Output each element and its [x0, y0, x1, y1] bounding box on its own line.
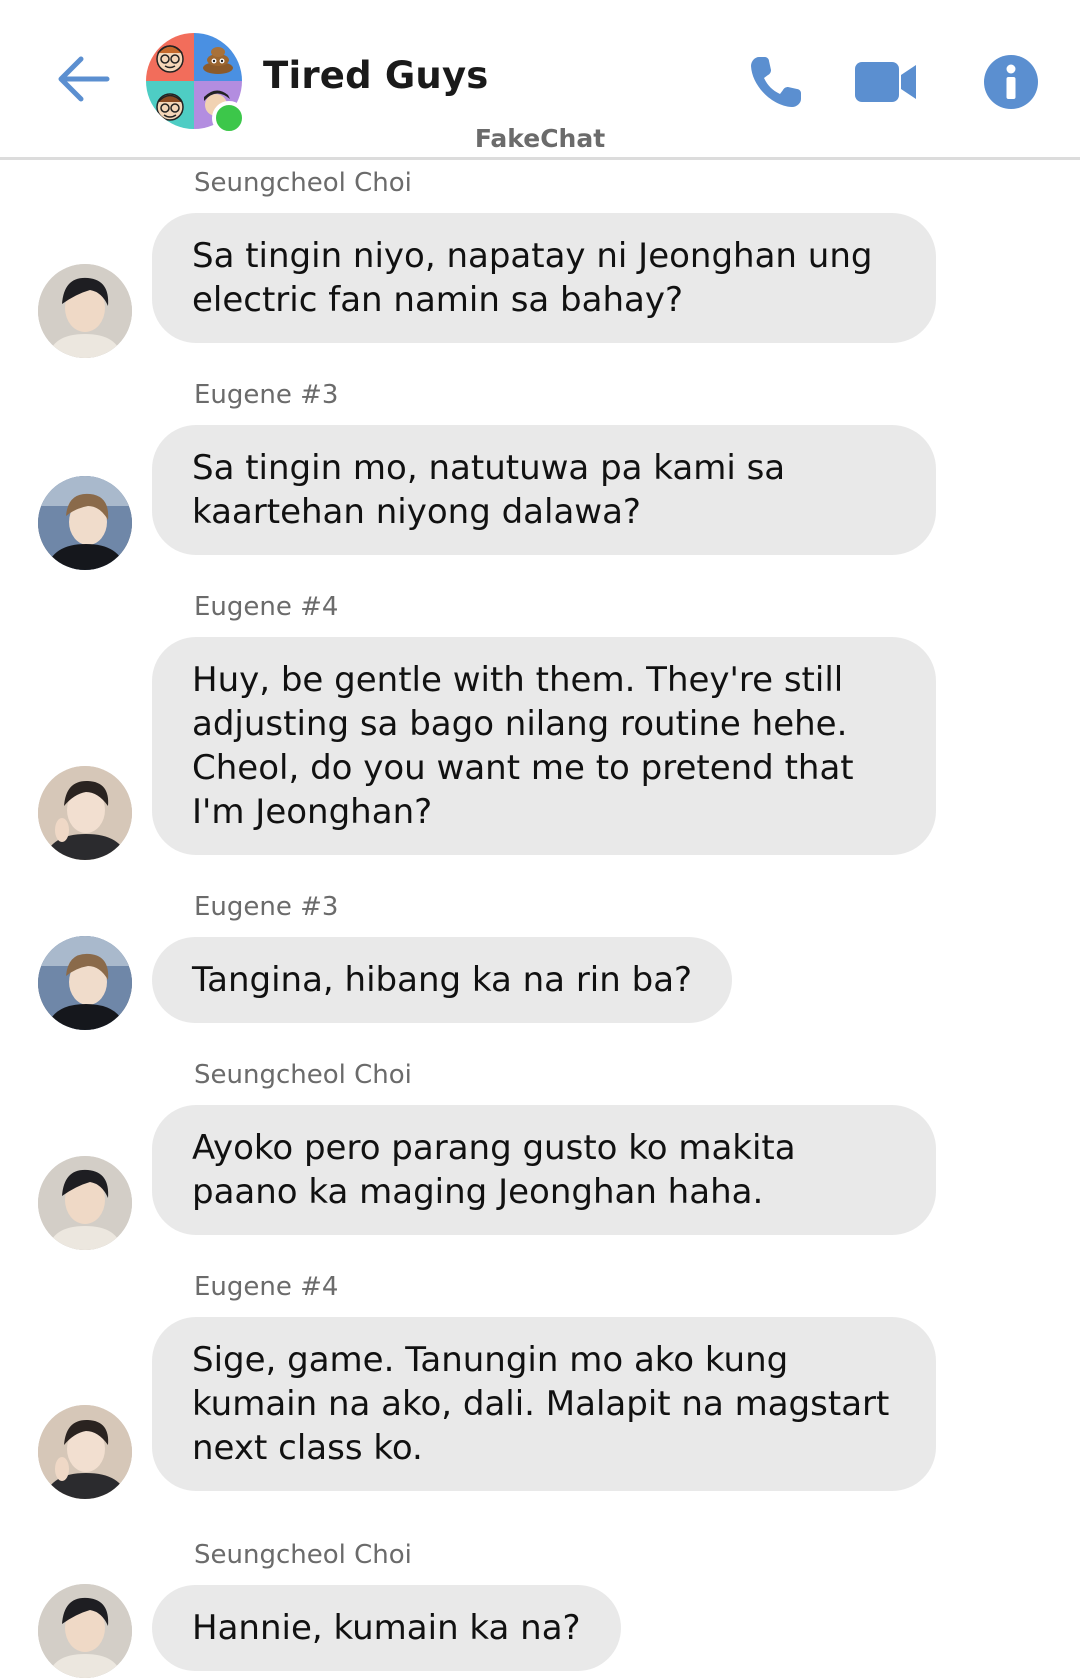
message-bubble[interactable]: Sa tingin niyo, napatay ni Jeonghan ung … [152, 213, 936, 343]
message-bubble[interactable]: Sa tingin mo, natutuwa pa kami sa kaarte… [152, 425, 936, 555]
sender-avatar[interactable] [38, 1156, 132, 1250]
sender-name: Seungcheol Choi [194, 168, 412, 198]
voice-call-button[interactable] [742, 48, 810, 116]
sender-name: Eugene #3 [194, 380, 339, 410]
video-camera-icon [855, 62, 916, 102]
sender-name: Eugene #3 [194, 892, 339, 922]
group-avatar[interactable] [146, 33, 246, 135]
message-bubble[interactable]: Ayoko pero parang gusto ko makita paano … [152, 1105, 936, 1235]
sender-avatar[interactable] [38, 476, 132, 570]
message-bubble[interactable]: Tangina, hibang ka na rin ba? [152, 937, 733, 1023]
poop-emoji-icon [194, 33, 242, 81]
phone-icon [751, 57, 801, 107]
app-name-label: FakeChat [474, 124, 606, 153]
sender-avatar[interactable] [38, 1584, 132, 1678]
chat-header: Tired Guys FakeChat [0, 0, 1080, 160]
message-list[interactable]: Seungcheol Choi Sa tingin niyo, napatay … [0, 160, 1080, 1678]
sender-avatar[interactable] [38, 766, 132, 860]
sender-avatar[interactable] [38, 264, 132, 358]
back-arrow-icon [58, 56, 110, 102]
info-icon [984, 55, 1038, 109]
back-button[interactable] [50, 46, 116, 112]
sender-name: Seungcheol Choi [194, 1540, 412, 1570]
sender-avatar[interactable] [38, 1405, 132, 1499]
message-bubble[interactable]: Huy, be gentle with them. They're still … [152, 637, 936, 855]
sender-avatar[interactable] [38, 936, 132, 1030]
sender-name: Eugene #4 [194, 1272, 339, 1302]
member-face-icon [146, 81, 194, 129]
message-bubble[interactable]: Sige, game. Tanungin mo ako kung kumain … [152, 1317, 936, 1491]
info-button[interactable] [977, 48, 1045, 116]
sender-name: Eugene #4 [194, 592, 339, 622]
message-bubble[interactable]: Hannie, kumain ka na? [152, 1585, 621, 1671]
member-face-icon [146, 33, 194, 81]
chat-title: Tired Guys [263, 54, 489, 97]
sender-name: Seungcheol Choi [194, 1060, 412, 1090]
video-call-button[interactable] [852, 48, 920, 116]
